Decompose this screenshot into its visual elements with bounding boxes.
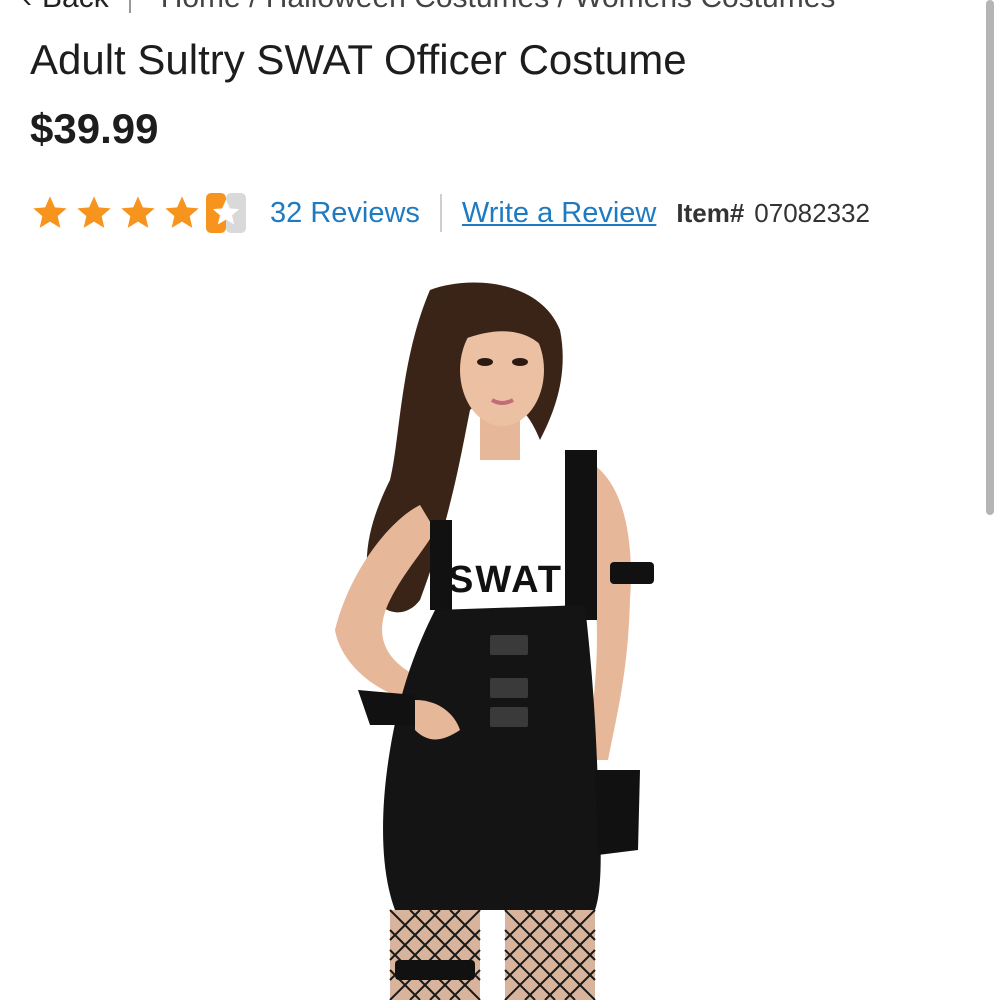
star-rating[interactable] [30, 193, 246, 233]
product-price: $39.99 [30, 105, 159, 152]
nav-divider [128, 0, 131, 13]
breadcrumb[interactable]: Home / Halloween Costumes / Womens Costu… [161, 0, 941, 15]
write-review-link[interactable]: Write a Review [462, 197, 656, 230]
top-nav: ‹ Back Home / Halloween Costumes / Women… [0, 0, 1000, 18]
scrollbar[interactable] [986, 0, 994, 515]
reviews-link[interactable]: 32 Reviews [270, 197, 420, 230]
product-title: Adult Sultry SWAT Officer Costume [30, 36, 687, 83]
rating-divider [439, 194, 442, 232]
back-button[interactable]: ‹ Back [22, 0, 109, 15]
rating-row: 32 Reviews Write a Review Item# 07082332 [30, 190, 870, 236]
chevron-left-icon: ‹ [22, 0, 32, 15]
item-number: 07082332 [754, 197, 870, 228]
product-image[interactable]: SWAT [240, 270, 720, 1000]
back-label: Back [42, 0, 109, 15]
star-icon [121, 196, 155, 228]
star-icon [33, 196, 67, 228]
half-star-icon [206, 193, 246, 233]
star-icon [77, 196, 111, 228]
item-label: Item# [676, 197, 745, 228]
star-icon [165, 196, 199, 228]
shirt-swat-text: SWAT [448, 559, 563, 601]
